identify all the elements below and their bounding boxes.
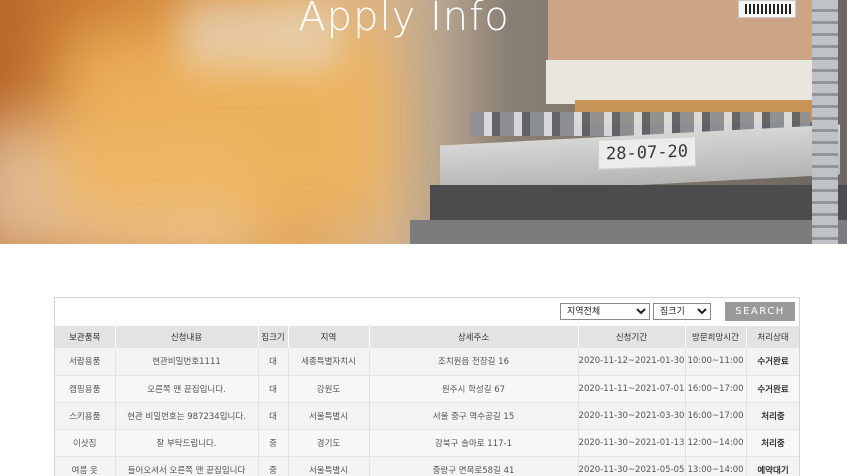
size-select[interactable]: 짐크기 [653, 303, 711, 320]
status-cell: 처리중 [746, 429, 799, 457]
hero-rack-pillar [812, 0, 838, 244]
table-cell: 2020-11-11~2021-07-01 [578, 375, 686, 403]
table-row[interactable]: 서랍용품 현관비밀번호1111 대 세종특별자치시 조치원읍 전장길 16 2020-11… [55, 348, 799, 376]
table-cell: 중 [258, 429, 289, 457]
table-cell: 2020-11-30~2021-05-05 [578, 456, 686, 476]
table-cell: 서울특별시 [288, 456, 370, 476]
table-cell: 13:00~14:00 [685, 456, 747, 476]
table-cell: 중 [258, 456, 289, 476]
table-row[interactable]: 캠핑용품 오른쪽 맨 끝집입니다. 대 강원도 원주시 학성길 67 2020-11-11… [55, 375, 799, 403]
table-cell: 강원도 [288, 375, 370, 403]
table-cell: 경기도 [288, 429, 370, 457]
column-header: 신청기간 [578, 326, 686, 348]
table-row[interactable]: 여름 옷 들어오셔서 오른쪽 맨 끝집입니다 중 서울특별시 중랑구 면목로58길 41… [55, 456, 799, 476]
table-cell: 12:00~14:00 [685, 429, 747, 457]
table-cell: 2020-11-30~2021-03-30 [578, 402, 686, 430]
status-cell: 수거완료 [746, 375, 799, 403]
table-cell: 세종특별자치시 [288, 348, 370, 376]
status-cell: 예약대기 [746, 456, 799, 476]
table-row[interactable]: 이삿짐 잘 부탁드립니다. 중 경기도 강북구 솔마로 117-1 2020-11-30~… [55, 429, 799, 457]
table-cell: 2020-11-12~2021-01-30 [578, 348, 686, 376]
column-header: 처리상태 [746, 326, 799, 348]
filter-bar: 지역전체 짐크기 SEARCH [55, 298, 799, 326]
table-cell: 대 [258, 348, 289, 376]
search-button[interactable]: SEARCH [725, 302, 795, 321]
apply-table: 보관품목 신청내용 짐크기 지역 상세주소 신청기간 방문희망시간 처리상태 서랍용품 현관비밀… [55, 326, 799, 476]
column-header: 지역 [288, 326, 370, 348]
apply-list-panel: 지역전체 짐크기 SEARCH 보관품목 신청내용 짐크기 지역 상세주소 신청기간 방문희… [54, 297, 800, 476]
page-title: Apply Info [298, 0, 510, 40]
table-cell: 여름 옷 [55, 456, 116, 476]
table-cell: 오른쪽 맨 끝집입니다. [115, 375, 259, 403]
table-cell: 중랑구 면목로58길 41 [369, 456, 579, 476]
table-cell: 조치원읍 전장길 16 [369, 348, 579, 376]
column-header: 신청내용 [115, 326, 259, 348]
table-cell: 잘 부탁드립니다. [115, 429, 259, 457]
column-header: 상세주소 [369, 326, 579, 348]
table-cell: 강북구 솔마로 117-1 [369, 429, 579, 457]
hero-cardboard-box [546, 60, 826, 104]
table-cell: 들어오셔서 오른쪽 맨 끝집입니다 [115, 456, 259, 476]
table-cell: 현관 비밀번호는 987234입니다. [115, 402, 259, 430]
column-header: 방문희망시간 [685, 326, 747, 348]
table-cell: 대 [258, 375, 289, 403]
table-header-row: 보관품목 신청내용 짐크기 지역 상세주소 신청기간 방문희망시간 처리상태 [55, 326, 799, 348]
column-header: 보관품목 [55, 326, 116, 348]
hero-shelf-floor [410, 220, 847, 244]
table-cell: 서울 중구 역수공길 15 [369, 402, 579, 430]
table-cell: 16:00~17:00 [685, 402, 747, 430]
table-cell: 대 [258, 402, 289, 430]
table-cell: 16:00~17:00 [685, 375, 747, 403]
table-cell: 서랍용품 [55, 348, 116, 376]
status-cell: 수거완료 [746, 348, 799, 376]
table-cell: 캠핑용품 [55, 375, 116, 403]
table-cell: 10:00~11:00 [685, 348, 747, 376]
column-header: 짐크기 [258, 326, 289, 348]
status-cell: 처리중 [746, 402, 799, 430]
table-cell: 스키용품 [55, 402, 116, 430]
table-cell: 2020-11-30~2021-01-13 [578, 429, 686, 457]
hero-shelf-label: 28-07-20 [598, 136, 696, 170]
hero-banner: 28-07-20 Apply Info [0, 0, 847, 244]
table-body: 서랍용품 현관비밀번호1111 대 세종특별자치시 조치원읍 전장길 16 2020-11… [55, 348, 799, 476]
table-cell: 현관비밀번호1111 [115, 348, 259, 376]
table-cell: 서울특별시 [288, 402, 370, 430]
table-row[interactable]: 스키용품 현관 비밀번호는 987234입니다. 대 서울특별시 서울 중구 역수공길 … [55, 402, 799, 430]
table-cell: 이삿짐 [55, 429, 116, 457]
table-cell: 원주시 학성길 67 [369, 375, 579, 403]
region-select[interactable]: 지역전체 [560, 303, 650, 320]
